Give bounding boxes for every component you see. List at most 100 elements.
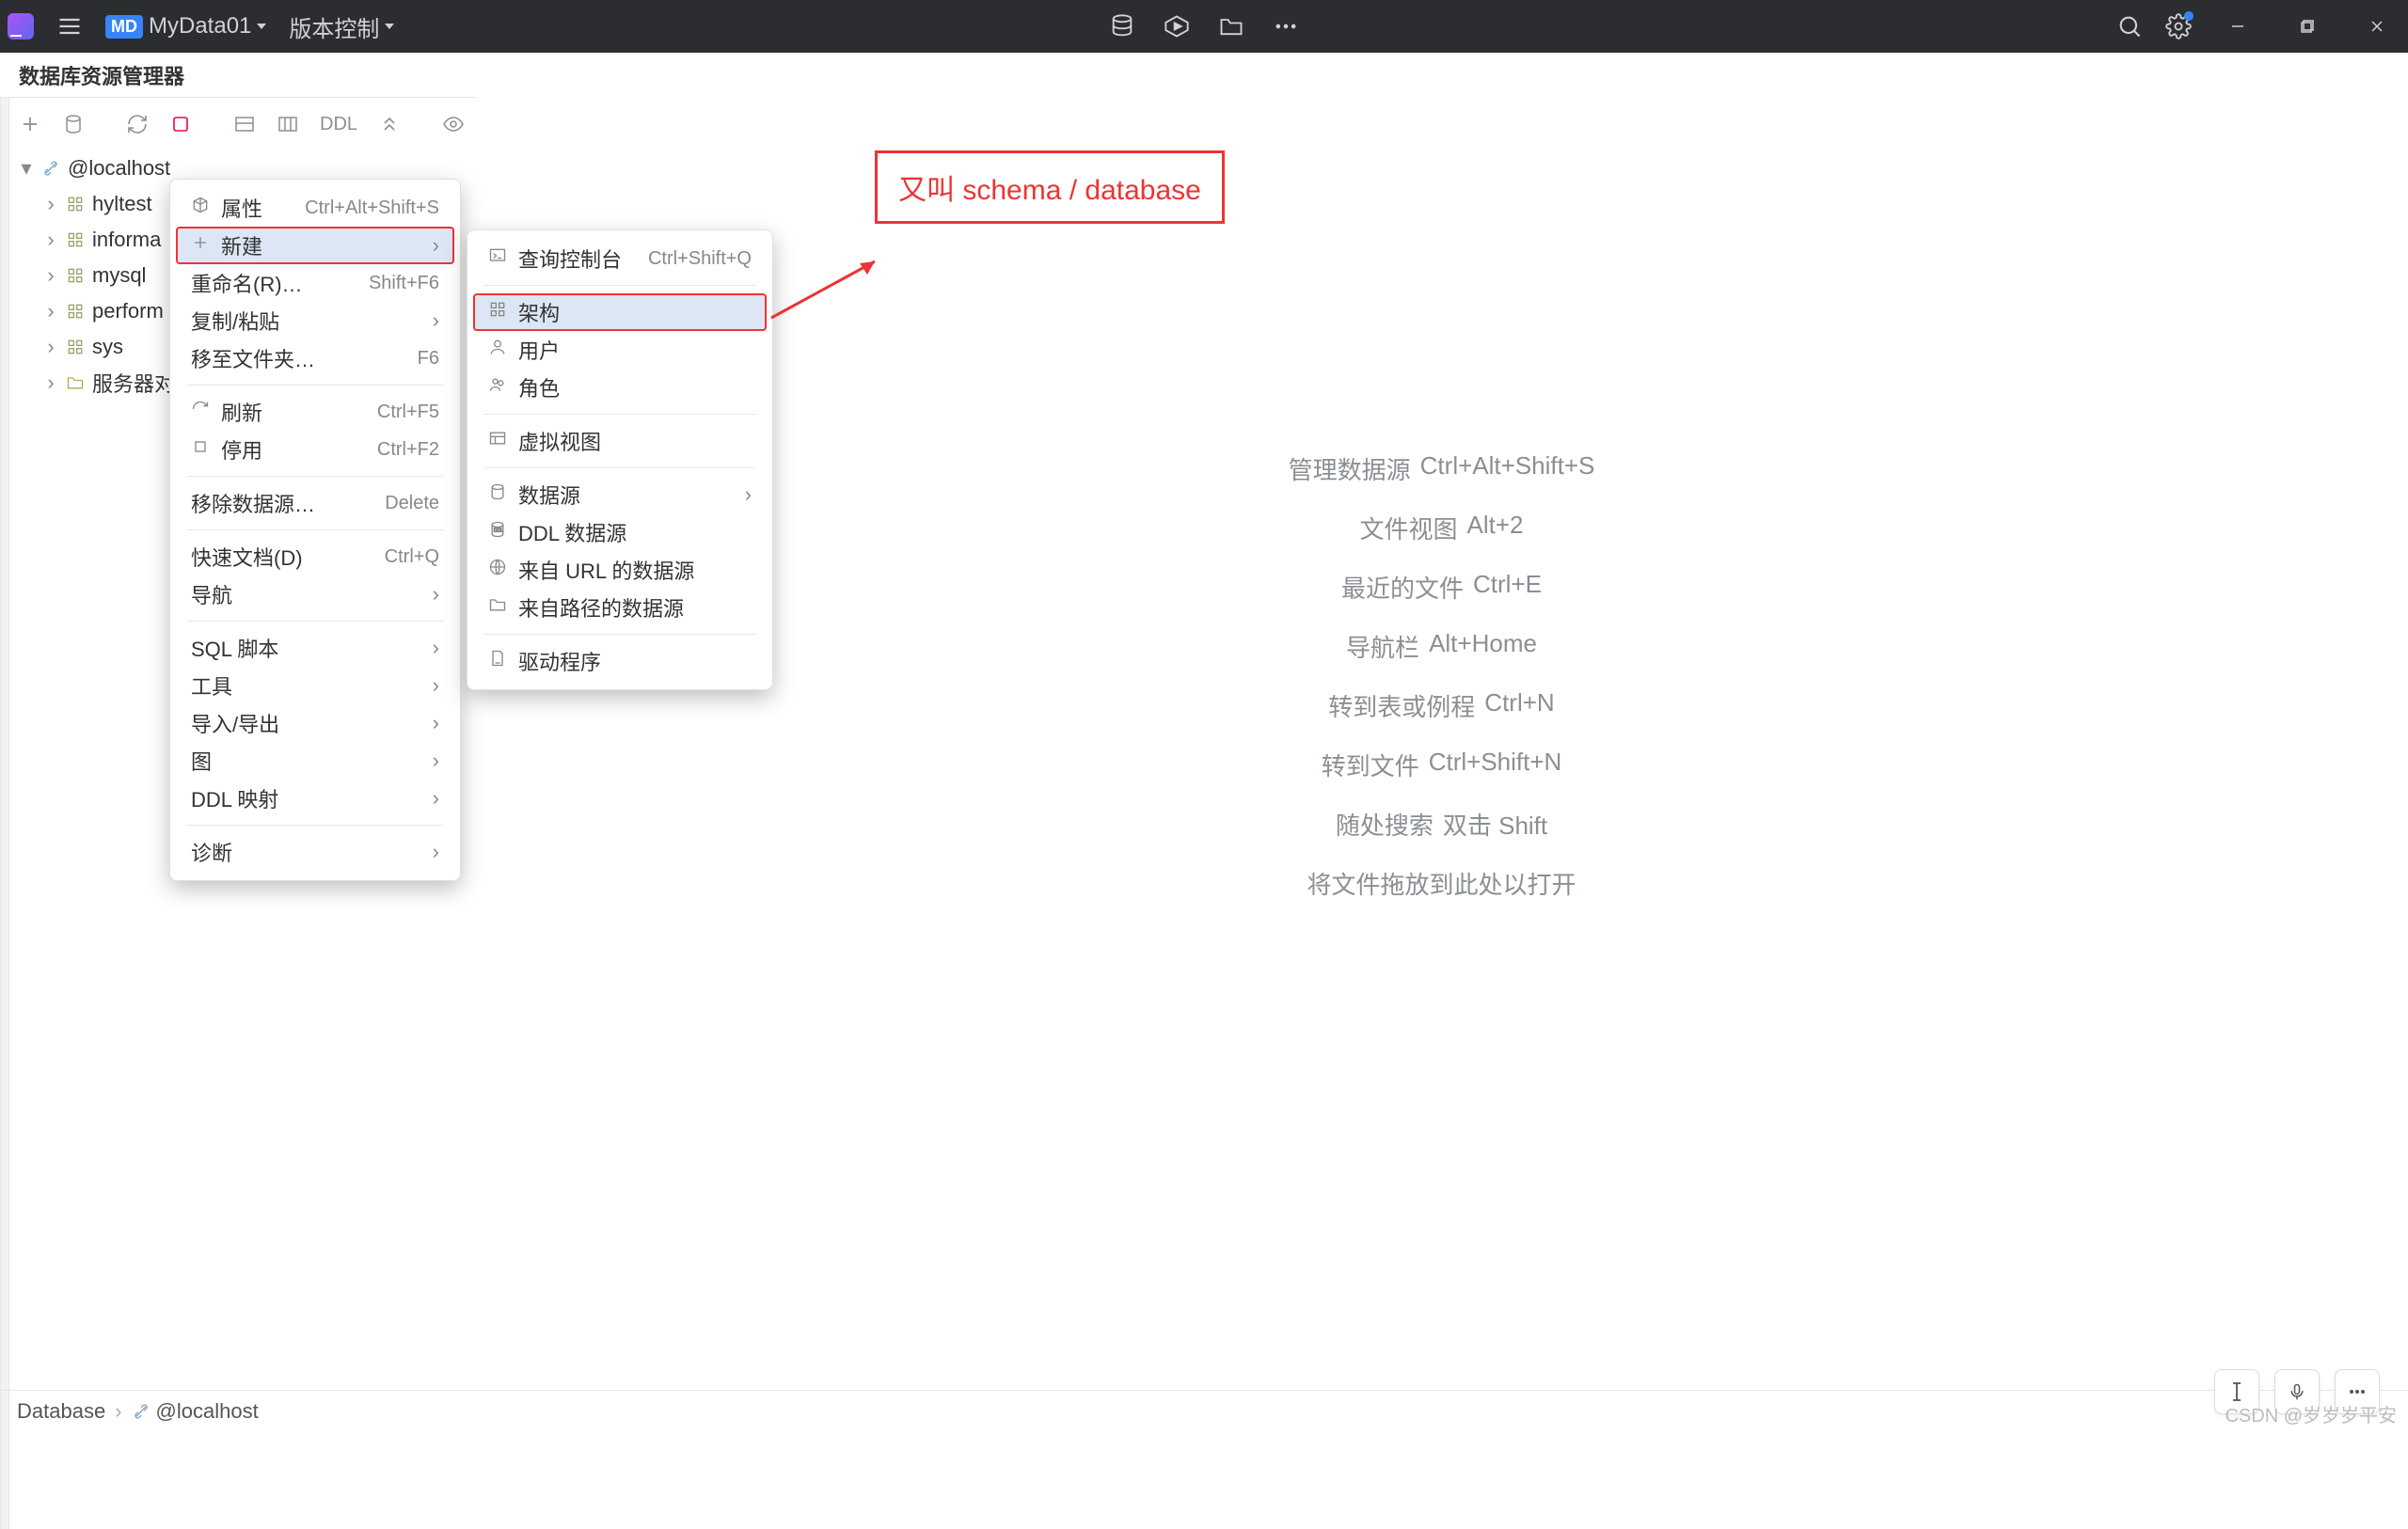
titlebar: MD MyData01 版本控制 xyxy=(0,0,2408,53)
role-icon xyxy=(488,375,507,400)
datasource-icon[interactable] xyxy=(62,113,85,135)
main-menu-button[interactable] xyxy=(56,13,83,39)
minimize-button[interactable] xyxy=(2214,0,2261,53)
schema-icon xyxy=(488,300,507,324)
breadcrumb-root[interactable]: Database xyxy=(17,1399,105,1424)
chevron-right-icon[interactable]: › xyxy=(43,335,58,359)
chevron-right-icon: › xyxy=(433,711,439,735)
hint-row: 文件视图Alt+2 xyxy=(1359,511,1523,545)
table-icon[interactable] xyxy=(277,113,299,135)
chevron-right-icon: › xyxy=(433,673,439,698)
hint-row: 转到文件Ctrl+Shift+N xyxy=(1322,748,1562,782)
driver-icon xyxy=(488,649,507,673)
ddl-button[interactable]: DDL xyxy=(320,114,357,135)
add-button[interactable] xyxy=(19,113,41,135)
chevron-right-icon: › xyxy=(745,482,752,507)
maximize-button[interactable] xyxy=(2284,0,2331,53)
run-icon[interactable] xyxy=(1164,13,1190,39)
chevron-down-icon[interactable]: ▾ xyxy=(19,156,34,181)
menu-item[interactable]: 虚拟视图 xyxy=(473,422,767,460)
chevron-right-icon[interactable]: › xyxy=(43,228,58,252)
connection-icon xyxy=(132,1402,150,1421)
refresh-icon xyxy=(191,400,210,424)
stop-icon[interactable] xyxy=(169,113,192,135)
folder-icon[interactable] xyxy=(1218,13,1244,39)
menu-item[interactable]: 复制/粘贴› xyxy=(176,302,454,339)
menu-item[interactable]: 停用Ctrl+F2 xyxy=(176,431,454,468)
menu-item[interactable]: 属性Ctrl+Alt+Shift+S xyxy=(176,189,454,227)
menu-item[interactable]: 新建› xyxy=(176,227,454,264)
more-icon[interactable] xyxy=(1273,13,1299,39)
menu-item[interactable]: DDLDDL 数据源 xyxy=(473,513,767,551)
chevron-right-icon: › xyxy=(433,749,439,773)
gutter xyxy=(0,98,9,1529)
menu-item[interactable]: 查询控制台Ctrl+Shift+Q xyxy=(473,240,767,277)
menu-item[interactable]: 用户 xyxy=(473,331,767,369)
menu-item[interactable]: 重命名(R)…Shift+F6 xyxy=(176,264,454,302)
notification-dot-icon xyxy=(2184,11,2194,21)
panel-title: 数据库资源管理器 xyxy=(0,53,475,98)
settings-icon[interactable] xyxy=(2165,13,2192,39)
view-icon[interactable] xyxy=(233,113,256,135)
tree-server-objects[interactable]: 服务器对 xyxy=(92,368,175,398)
schema-icon xyxy=(66,302,85,321)
annotation-arrow-icon xyxy=(762,252,884,327)
menu-item[interactable]: 移至文件夹…F6 xyxy=(176,339,454,377)
database-icon[interactable] xyxy=(1109,13,1135,39)
menu-item[interactable]: 刷新Ctrl+F5 xyxy=(176,393,454,431)
svg-text:DDL: DDL xyxy=(494,528,503,534)
close-button[interactable] xyxy=(2353,0,2400,53)
chevron-right-icon: › xyxy=(433,308,439,333)
menu-item[interactable]: 导入/导出› xyxy=(176,704,454,742)
hint-row: 管理数据源Ctrl+Alt+Shift+S xyxy=(1289,451,1595,486)
collapse-icon[interactable] xyxy=(378,113,401,135)
chevron-right-icon: › xyxy=(433,233,439,258)
menu-item[interactable]: DDL 映射› xyxy=(176,780,454,817)
vcs-selector[interactable]: 版本控制 xyxy=(289,10,394,43)
chevron-right-icon[interactable]: › xyxy=(43,370,58,395)
tree-root[interactable]: @localhost xyxy=(68,156,170,181)
menu-item[interactable]: 角色 xyxy=(473,369,767,406)
hint-row: 将文件拖放到此处以打开 xyxy=(1307,866,1576,901)
chevron-right-icon: › xyxy=(433,840,439,864)
submenu-new[interactable]: 查询控制台Ctrl+Shift+Q 架构用户角色虚拟视图数据源›DDLDDL 数据… xyxy=(467,229,773,690)
schema-icon xyxy=(66,195,85,213)
menu-item[interactable]: 来自路径的数据源 xyxy=(473,589,767,626)
schema-icon xyxy=(66,338,85,356)
menu-item[interactable]: 移除数据源…Delete xyxy=(176,484,454,522)
menu-item[interactable]: 导航› xyxy=(176,575,454,613)
menu-item[interactable]: 架构 xyxy=(473,293,767,331)
menu-item[interactable]: 来自 URL 的数据源 xyxy=(473,551,767,589)
search-icon[interactable] xyxy=(2116,13,2143,39)
annotation-box: 又叫 schema / database xyxy=(875,150,1225,224)
hint-row: 随处搜索双击 Shift xyxy=(1336,807,1547,842)
folder-icon xyxy=(488,595,507,620)
menu-item[interactable]: 图› xyxy=(176,742,454,780)
project-name: MyData01 xyxy=(149,13,251,39)
view-icon xyxy=(488,429,507,453)
menu-item[interactable]: 数据源› xyxy=(473,476,767,513)
menu-item[interactable]: 工具› xyxy=(176,667,454,704)
menu-item[interactable]: SQL 脚本› xyxy=(176,629,454,667)
chevron-right-icon[interactable]: › xyxy=(43,192,58,216)
package-icon xyxy=(191,196,210,220)
chevron-right-icon[interactable]: › xyxy=(43,263,58,288)
context-menu[interactable]: 属性Ctrl+Alt+Shift+S新建›重命名(R)…Shift+F6复制/粘… xyxy=(169,179,461,881)
schema-icon xyxy=(66,266,85,285)
folder-icon xyxy=(66,373,85,392)
project-badge: MD xyxy=(105,15,143,39)
menu-item[interactable]: 快速文档(D)Ctrl+Q xyxy=(176,538,454,575)
chevron-right-icon: › xyxy=(433,786,439,811)
ddl-icon: DDL xyxy=(488,520,507,544)
user-icon xyxy=(488,338,507,362)
app-logo xyxy=(8,13,34,39)
chevron-right-icon[interactable]: › xyxy=(43,299,58,323)
breadcrumb-node[interactable]: @localhost xyxy=(156,1399,259,1424)
project-selector[interactable]: MD MyData01 xyxy=(105,13,266,39)
eye-icon[interactable] xyxy=(442,113,465,135)
schema-icon xyxy=(66,230,85,249)
statusbar: Database › @localhost xyxy=(0,1390,2408,1431)
menu-item[interactable]: 诊断› xyxy=(176,833,454,871)
refresh-icon[interactable] xyxy=(126,113,149,135)
menu-item[interactable]: 驱动程序 xyxy=(473,642,767,680)
